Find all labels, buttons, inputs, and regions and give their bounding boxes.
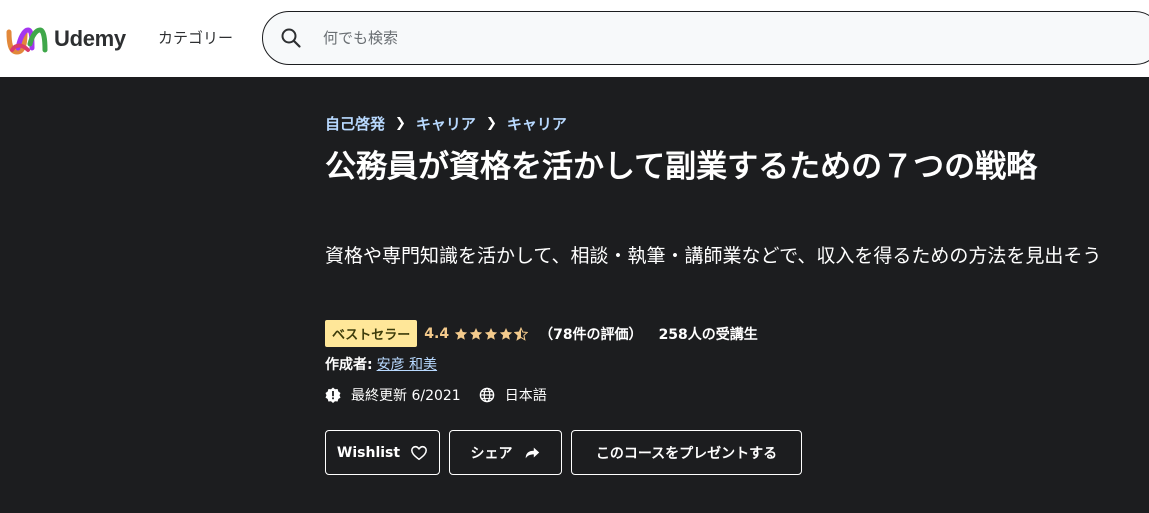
- instructor-label: 作成者:: [325, 357, 373, 373]
- breadcrumb: 自己啓発 ❯ キャリア ❯ キャリア: [325, 113, 567, 134]
- star-full-icon: [469, 327, 483, 340]
- search-input[interactable]: [321, 28, 1021, 48]
- categories-menu[interactable]: カテゴリー: [158, 27, 233, 48]
- course-meta-row: 最終更新 6/2021 日本語: [325, 385, 565, 405]
- language-text: 日本語: [504, 388, 547, 404]
- wishlist-button[interactable]: Wishlist: [325, 430, 440, 475]
- udemy-logo-icon: [6, 27, 48, 55]
- star-full-icon: [484, 327, 498, 340]
- course-subtitle: 資格や専門知識を活かして、相談・執筆・講師業などで、収入を得るための方法を見出そ…: [325, 245, 1102, 267]
- instructor-link[interactable]: 安彦 和美: [377, 354, 437, 374]
- last-updated-text: 最終更新 6/2021: [351, 388, 461, 404]
- star-full-icon: [499, 327, 513, 340]
- student-count: 258人の受講生: [658, 326, 758, 343]
- star-half-icon: [514, 326, 529, 341]
- gift-label: このコースをプレゼントする: [595, 445, 778, 462]
- course-hero: 自己啓発 ❯ キャリア ❯ キャリア 公務員が資格を活かして副業するための７つの…: [0, 77, 1149, 513]
- logo-text: Udemy: [54, 26, 126, 51]
- udemy-logo[interactable]: Udemy: [6, 19, 136, 59]
- globe-icon: [479, 387, 495, 403]
- rating-stars[interactable]: [454, 326, 529, 341]
- share-button[interactable]: シェア: [449, 430, 562, 475]
- rating-row: ベストセラー 4.4 （78件の評価） 258人の受講生: [325, 320, 758, 347]
- breadcrumb-item-career-category[interactable]: キャリア: [416, 113, 476, 134]
- alert-badge-icon: [325, 387, 341, 403]
- rating-value: 4.4: [424, 325, 450, 342]
- star-full-icon: [454, 327, 468, 340]
- share-label: シェア: [470, 445, 513, 462]
- action-buttons: Wishlist シェア このコースをプレゼントする: [325, 430, 811, 475]
- bestseller-badge: ベストセラー: [325, 320, 418, 347]
- last-updated: 最終更新 6/2021: [325, 385, 461, 405]
- wishlist-label: Wishlist: [336, 444, 401, 461]
- breadcrumb-item-self-development[interactable]: 自己啓発: [325, 113, 385, 134]
- language: 日本語: [479, 385, 547, 405]
- search-icon[interactable]: [279, 26, 303, 50]
- chevron-right-icon: ❯: [395, 116, 406, 131]
- search-bar[interactable]: [262, 11, 1149, 65]
- chevron-right-icon: ❯: [485, 116, 497, 131]
- top-header: Udemy カテゴリー: [0, 0, 1149, 77]
- heart-icon: [411, 445, 428, 460]
- instructor-row: 作成者: 安彦 和美: [325, 354, 437, 374]
- rating-count-link[interactable]: （78件の評価）: [539, 324, 642, 344]
- breadcrumb-item-career-topic[interactable]: キャリア: [507, 113, 567, 134]
- gift-course-button[interactable]: このコースをプレゼントする: [571, 430, 802, 475]
- share-arrow-icon: [525, 447, 539, 458]
- course-title: 公務員が資格を活かして副業するための７つの戦略: [325, 149, 1038, 185]
